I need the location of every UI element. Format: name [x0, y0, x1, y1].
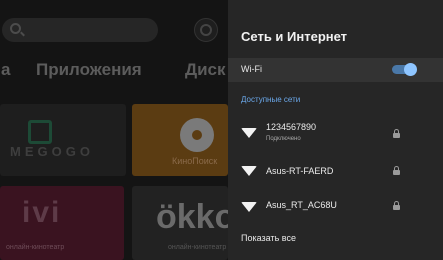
wifi-toggle-row[interactable]: Wi-Fi [228, 58, 443, 82]
network-ssid: Asus_RT_AC68U [266, 200, 337, 210]
toggle-knob [404, 63, 417, 76]
kinopoisk-label: КиноПоиск [172, 156, 218, 166]
available-networks-heading: Доступные сети [241, 95, 301, 104]
film-reel-icon [180, 118, 214, 152]
ivi-subtitle: онлайн-кинотеатр [6, 244, 65, 251]
wifi-toggle-switch[interactable] [392, 63, 417, 76]
launcher-background: а Приложения Диск MEGOGO КиноПоиск ivi о… [0, 0, 228, 260]
network-item[interactable]: 1234567890 Подключено [228, 118, 443, 150]
okko-subtitle: онлайн-кинотеатр [168, 244, 227, 251]
panel-title: Сеть и Интернет [241, 29, 348, 44]
network-settings-panel: Сеть и Интернет Wi-Fi Доступные сети 123… [228, 0, 443, 260]
network-ssid: Asus-RT-FAERD [266, 166, 334, 176]
circle-icon [200, 24, 212, 36]
wifi-label: Wi-Fi [241, 64, 262, 74]
ivi-logo: ivi [22, 196, 62, 229]
wifi-signal-icon [241, 128, 257, 138]
show-all-button[interactable]: Показать все [241, 233, 296, 243]
tile-kinopoisk[interactable]: КиноПоиск [132, 104, 228, 176]
lock-icon [393, 129, 400, 138]
network-ssid: 1234567890 [266, 122, 317, 132]
network-item[interactable]: Asus_RT_AC68U [228, 194, 443, 226]
wifi-signal-icon [241, 166, 257, 176]
network-item[interactable]: Asus-RT-FAERD [228, 158, 443, 190]
tile-ivi[interactable]: ivi онлайн-кинотеатр [0, 186, 124, 260]
nav-tab-partial[interactable]: а [1, 60, 10, 80]
nav-tab-apps[interactable]: Приложения [36, 60, 142, 80]
assistant-button[interactable] [194, 18, 218, 42]
search-bar[interactable] [2, 18, 158, 42]
tile-okko[interactable]: ökko онлайн-кинотеатр [132, 186, 228, 260]
okko-logo: ökko [156, 198, 228, 236]
search-icon [10, 23, 21, 34]
nav-tab-disk[interactable]: Диск [185, 60, 226, 80]
network-status: Подключено [266, 136, 301, 142]
megogo-logo-icon [28, 120, 52, 144]
wifi-signal-icon [241, 202, 257, 212]
lock-icon [393, 201, 400, 210]
megogo-label: MEGOGO [10, 144, 94, 159]
tile-megogo[interactable]: MEGOGO [0, 104, 126, 176]
lock-icon [393, 166, 400, 175]
